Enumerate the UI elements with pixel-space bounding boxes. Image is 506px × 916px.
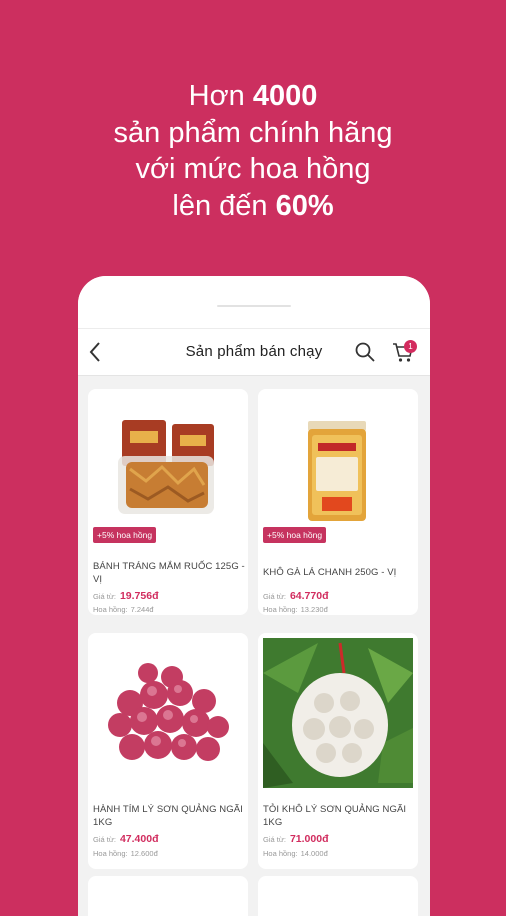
product-card[interactable]: TỎI KHÔ LÝ SƠN QUẢNG NGÃI 1KG Giá từ: 71.… (258, 633, 418, 869)
product-name: TỎI KHÔ LÝ SƠN QUẢNG NGÃI 1KG (263, 804, 407, 828)
product-card[interactable]: +5% hoa hồng KHÔ GÀ LÁ CHANH 250G - VỊ G… (258, 389, 418, 615)
product-card[interactable] (88, 876, 248, 916)
headline-line-3: với mức hoa hồng (135, 153, 371, 185)
headline-line-4: lên đến 60% (0, 188, 506, 225)
product-card[interactable] (258, 876, 418, 916)
commission-promo-badge: +5% hoa hồng (93, 527, 157, 543)
commission-label: Hoa hồng: (93, 849, 128, 858)
price-label: Giá từ: (263, 835, 286, 844)
price-value: 19.756đ (119, 590, 159, 602)
page-title: Sản phẩm bán chạy (185, 343, 323, 360)
commission-label: Hoa hồng: (263, 605, 298, 614)
product-image (258, 389, 418, 525)
price-row: Giá từ: 64.770đ (263, 590, 328, 602)
price-label: Giá từ: (263, 592, 286, 601)
price-label: Giá từ: (93, 592, 116, 601)
price-row: Giá từ: 71.000đ (263, 833, 328, 845)
headline-text: lên đến (172, 189, 276, 222)
phone-top-bezel (78, 276, 430, 328)
headline-line-2: sản phẩm chính hãng (113, 116, 393, 149)
phone-mockup: Sản phẩm bán chạy 1 +5% hoa hồng BÁNH TR… (78, 276, 430, 916)
commission-row: Hoa hồng: 14.000đ (263, 849, 328, 858)
commission-row: Hoa hồng: 7.244đ (93, 605, 154, 614)
promo-headline: Hơn 4000 sản phẩm chính hãng với mức hoa… (0, 78, 506, 224)
commission-value: 12.600đ (130, 849, 158, 858)
commission-label: Hoa hồng: (93, 605, 128, 614)
commission-promo-badge: +5% hoa hồng (263, 527, 327, 543)
commission-value: 14.000đ (300, 849, 328, 858)
product-name: KHÔ GÀ LÁ CHANH 250G - VỊ (263, 567, 397, 578)
headline-text: Hơn (188, 80, 253, 112)
product-image (258, 633, 418, 793)
commission-row: Hoa hồng: 12.600đ (93, 849, 158, 858)
product-card[interactable]: +5% hoa hồng BÁNH TRÁNG MẮM RUỐC 125G - … (88, 389, 248, 615)
product-name: HÀNH TÍM LÝ SƠN QUẢNG NGÃI 1KG (93, 804, 243, 828)
headline-line-1: Hơn 4000 (0, 78, 506, 115)
headline-count: 4000 (252, 80, 318, 112)
price-value: 64.770đ (289, 590, 329, 602)
product-image (88, 633, 248, 793)
cart-count-badge: 1 (404, 340, 417, 353)
commission-value: 7.244đ (130, 605, 154, 614)
product-name: BÁNH TRÁNG MẮM RUỐC 125G - VỊ (93, 561, 245, 585)
price-label: Giá từ: (93, 835, 116, 844)
app-bar: Sản phẩm bán chạy 1 (78, 328, 430, 376)
price-row: Giá từ: 47.400đ (93, 833, 158, 845)
price-value: 47.400đ (119, 833, 159, 845)
commission-label: Hoa hồng: (263, 849, 298, 858)
phone-speaker (217, 305, 291, 307)
commission-row: Hoa hồng: 13.230đ (263, 605, 328, 614)
price-row: Giá từ: 19.756đ (93, 590, 158, 602)
price-value: 71.000đ (289, 833, 329, 845)
search-icon[interactable] (355, 342, 375, 367)
commission-value: 13.230đ (300, 605, 328, 614)
product-image (88, 389, 248, 525)
headline-percent: 60% (275, 189, 334, 222)
product-card[interactable]: HÀNH TÍM LÝ SƠN QUẢNG NGÃI 1KG Giá từ: 47… (88, 633, 248, 869)
